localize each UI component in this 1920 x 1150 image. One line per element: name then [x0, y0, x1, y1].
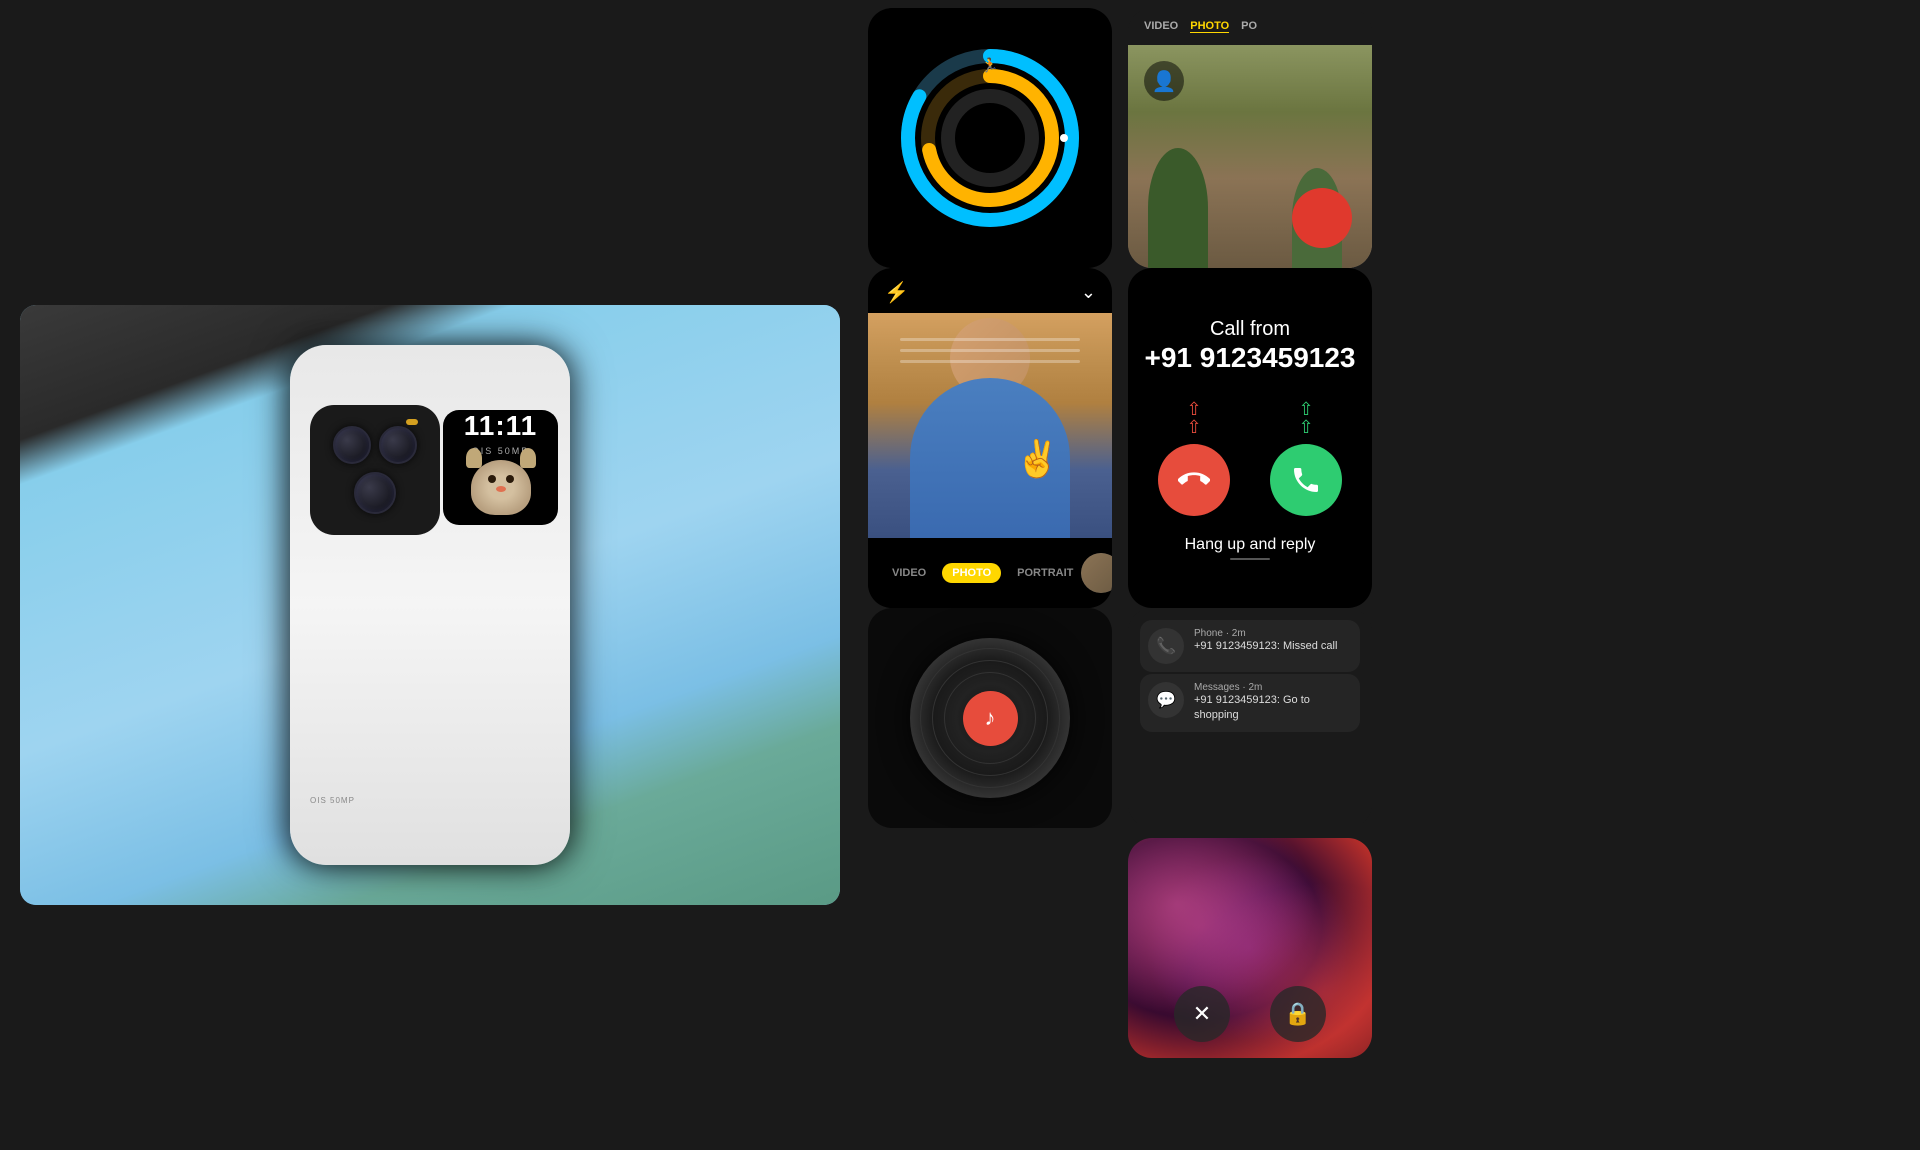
ui-panels: 🏃 VIDEO PHOTO PO 👤 — [860, 0, 1420, 1150]
video-call-panel: ⚡ ⌄ ✌️ — [868, 268, 1112, 608]
camera-profile-icon: 👤 — [1152, 69, 1177, 94]
video-person-area: ✌️ — [868, 313, 1112, 538]
phone-notif-icon: 📞 — [1148, 628, 1184, 664]
activity-rings-panel: 🏃 — [868, 8, 1112, 268]
camera-lens-2 — [379, 426, 417, 464]
camera-mode-photo[interactable]: PHOTO — [1190, 20, 1229, 33]
camera-lens-3 — [354, 472, 396, 514]
music-player-panel: ♪ — [868, 608, 1112, 828]
camera-mode-tabs: VIDEO PHOTO PO — [1144, 20, 1257, 33]
accept-call-button[interactable] — [1270, 444, 1342, 516]
dot-indicator — [1060, 134, 1068, 142]
video-mode-tabs: VIDEO PHOTO PORTRAIT — [884, 563, 1081, 583]
video-mode-photo[interactable]: PHOTO — [942, 563, 1001, 583]
accept-button-wrapper: ⇧⇧ — [1270, 400, 1342, 516]
notif-1-message: +91 9123459123: Missed call — [1194, 639, 1352, 654]
notification-2: 💬 Messages · 2m +91 9123459123: Go to sh… — [1140, 674, 1360, 732]
screen-time: 11:11 — [464, 410, 538, 442]
record-disc: ♪ — [910, 638, 1070, 798]
hang-up-underline — [1230, 558, 1270, 560]
hang-up-text: Hang up and reply — [1185, 536, 1316, 554]
notif-1-app: Phone · 2m — [1194, 628, 1352, 639]
phone-brand-label: OIS 50MP — [310, 796, 355, 805]
close-icon: ✕ — [1193, 1001, 1211, 1027]
activity-rings: 🏃 — [900, 48, 1080, 228]
caller-person: ✌️ — [890, 318, 1090, 538]
notifications-panel: 📞 Phone · 2m +91 9123459123: Missed call… — [1128, 608, 1372, 828]
camera-preview: 👤 — [1128, 45, 1372, 268]
call-from-text: Call from — [1145, 316, 1356, 342]
hang-up-section: Hang up and reply — [1185, 532, 1316, 560]
close-lockscreen-button[interactable]: ✕ — [1174, 986, 1230, 1042]
camera-mode-po[interactable]: PO — [1241, 20, 1257, 33]
svg-text:🏃: 🏃 — [981, 57, 998, 73]
video-mode-video[interactable]: VIDEO — [884, 563, 934, 583]
flash-led — [406, 419, 418, 425]
video-mini-controls: ⊙ — [1081, 548, 1112, 598]
notification-1: 📞 Phone · 2m +91 9123459123: Missed call — [1140, 620, 1360, 672]
notif-2-message: +91 9123459123: Go to shopping — [1194, 693, 1352, 724]
peace-hand: ✌️ — [1015, 438, 1060, 480]
flash-off-icon[interactable]: ⚡ — [884, 280, 909, 305]
decline-button-wrapper: ⇧⇧ — [1158, 400, 1230, 516]
decline-arrows-icon: ⇧⇧ — [1186, 400, 1201, 436]
music-note-icon: ♪ — [985, 705, 996, 731]
notif-2-content: Messages · 2m +91 9123459123: Go to shop… — [1194, 682, 1352, 724]
message-notif-icon: 💬 — [1148, 682, 1184, 718]
camera-module — [310, 405, 440, 535]
camera-lenses — [325, 418, 425, 522]
left-section: 11:11 OIS 50MP — [0, 0, 860, 1150]
record-button[interactable] — [1292, 188, 1352, 248]
camera-top-bar: VIDEO PHOTO PO — [1128, 8, 1372, 45]
call-notification-panel: Call from +91 9123459123 ⇧⇧ ⇧⇧ — [1128, 268, 1372, 608]
notif-2-app: Messages · 2m — [1194, 682, 1352, 693]
chevron-down-icon[interactable]: ⌄ — [1081, 282, 1096, 303]
decline-call-button[interactable] — [1158, 444, 1230, 516]
phone-device: 11:11 OIS 50MP — [290, 345, 570, 865]
camera-mode-video[interactable]: VIDEO — [1144, 20, 1178, 33]
video-controls-bar: VIDEO PHOTO PORTRAIT ⊙ — [868, 538, 1112, 608]
lockscreen-controls: ✕ 🔒 — [1128, 986, 1372, 1042]
mini-screen: 11:11 OIS 50MP — [443, 410, 558, 525]
pet-illustration — [468, 460, 533, 525]
phone-image: 11:11 OIS 50MP — [20, 305, 840, 905]
unlock-button[interactable]: 🔒 — [1270, 986, 1326, 1042]
notif-1-content: Phone · 2m +91 9123459123: Missed call — [1194, 628, 1352, 654]
call-number: +91 9123459123 — [1145, 342, 1356, 374]
camera-lens-1 — [333, 426, 371, 464]
accept-arrows-icon: ⇧⇧ — [1298, 400, 1313, 436]
video-mode-portrait[interactable]: PORTRAIT — [1009, 563, 1081, 583]
call-action-buttons: ⇧⇧ ⇧⇧ — [1158, 400, 1342, 516]
mini-avatar — [1081, 553, 1112, 593]
call-from-label: Call from +91 9123459123 — [1145, 316, 1356, 374]
lockscreen-panel: ✕ 🔒 — [1128, 838, 1372, 1058]
video-top-bar: ⚡ ⌄ — [868, 268, 1112, 313]
music-play-button[interactable]: ♪ — [963, 691, 1018, 746]
camera-panel: VIDEO PHOTO PO 👤 — [1128, 8, 1372, 268]
lock-icon: 🔒 — [1284, 1001, 1311, 1027]
